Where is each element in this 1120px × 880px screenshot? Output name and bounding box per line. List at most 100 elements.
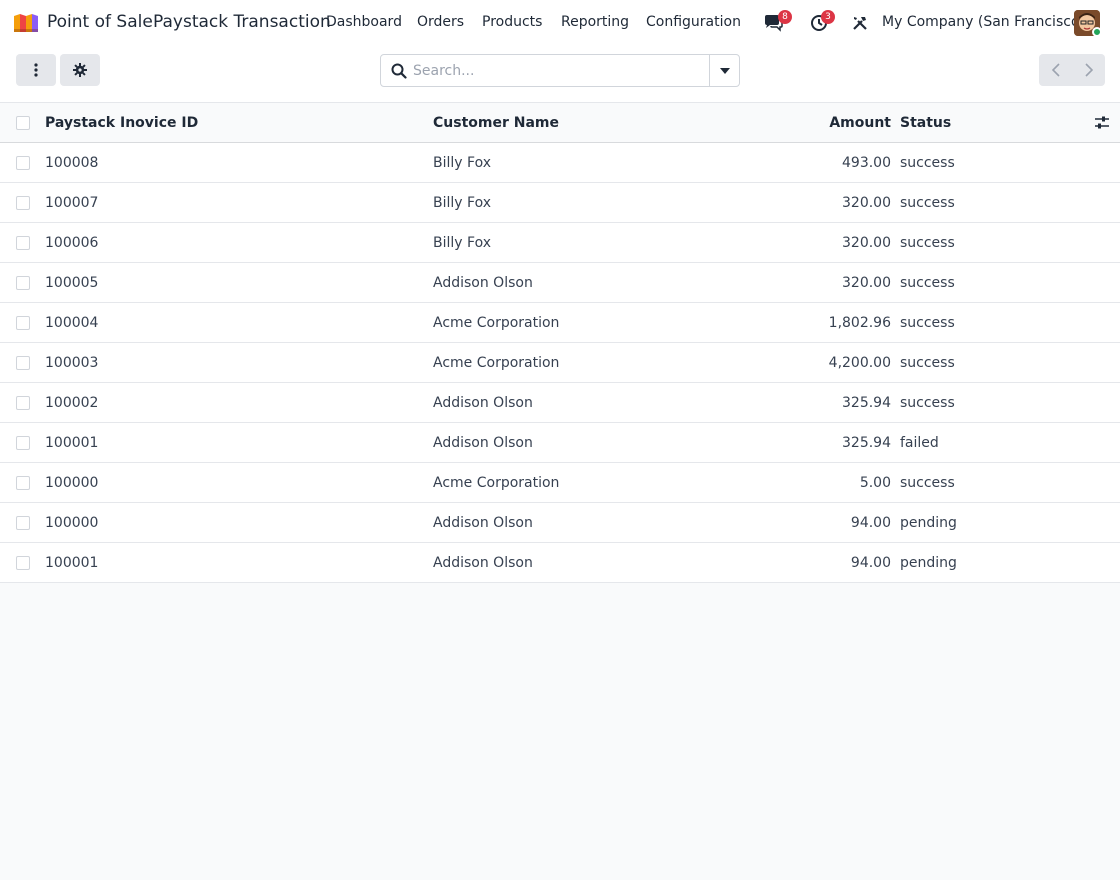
row-checkbox[interactable] [16,276,30,290]
status-cell: pending [900,555,957,571]
status-cell: success [900,235,955,251]
amount-cell: 320.00 [842,235,891,251]
column-header-status[interactable]: Status [900,103,951,143]
menu-dashboard[interactable]: Dashboard [326,14,402,30]
pager-next-button[interactable] [1072,54,1105,86]
invoice-id-cell: 100004 [45,315,99,331]
table-header: Paystack Inovice ID Customer Name Amount… [0,103,1120,143]
column-header-customer[interactable]: Customer Name [433,103,559,143]
menu-products[interactable]: Products [482,14,542,30]
row-checkbox[interactable] [16,436,30,450]
amount-cell: 325.94 [842,395,891,411]
status-cell: success [900,275,955,291]
search-options-toggle[interactable] [709,55,739,86]
app-name[interactable]: Point of Sale [47,12,153,32]
amount-cell: 5.00 [859,475,891,491]
customer-cell: Acme Corporation [433,315,560,331]
row-checkbox[interactable] [16,316,30,330]
row-checkbox[interactable] [16,356,30,370]
table-row[interactable]: 100000 Addison Olson 94.00 pending [0,503,1120,543]
row-checkbox[interactable] [16,556,30,570]
tools-icon[interactable] [852,15,868,31]
row-checkbox[interactable] [16,396,30,410]
customer-cell: Billy Fox [433,235,491,251]
table-row[interactable]: 100007 Billy Fox 320.00 success [0,183,1120,223]
actions-menu-button[interactable] [16,54,56,86]
customer-cell: Addison Olson [433,275,533,291]
search-bar [380,54,740,87]
page-title[interactable]: Paystack Transaction [153,12,331,32]
activities-badge: 3 [821,10,835,24]
status-cell: pending [900,515,957,531]
customer-cell: Acme Corporation [433,355,560,371]
invoice-id-cell: 100000 [45,475,99,491]
invoice-id-cell: 100005 [45,275,99,291]
customer-cell: Billy Fox [433,195,491,211]
menu-reporting[interactable]: Reporting [561,14,629,30]
status-cell: success [900,395,955,411]
pos-app-icon[interactable] [12,12,40,34]
chevron-left-icon [1051,63,1060,77]
settings-button[interactable] [60,54,100,86]
menu-configuration[interactable]: Configuration [646,14,741,30]
customer-cell: Addison Olson [433,395,533,411]
invoice-id-cell: 100003 [45,355,99,371]
presence-indicator [1092,27,1102,37]
status-cell: success [900,195,955,211]
optional-columns-icon[interactable] [1094,115,1110,131]
customer-cell: Acme Corporation [433,475,560,491]
table-row[interactable]: 100001 Addison Olson 94.00 pending [0,543,1120,583]
table-row[interactable]: 100005 Addison Olson 320.00 success [0,263,1120,303]
status-cell: success [900,315,955,331]
table-row[interactable]: 100002 Addison Olson 325.94 success [0,383,1120,423]
row-checkbox[interactable] [16,196,30,210]
table-row[interactable]: 100008 Billy Fox 493.00 success [0,143,1120,183]
invoice-id-cell: 100000 [45,515,99,531]
search-input[interactable] [413,55,703,86]
table-row[interactable]: 100001 Addison Olson 325.94 failed [0,423,1120,463]
table-row[interactable]: 100006 Billy Fox 320.00 success [0,223,1120,263]
row-checkbox[interactable] [16,516,30,530]
row-checkbox[interactable] [16,236,30,250]
row-checkbox[interactable] [16,156,30,170]
pager-previous-button[interactable] [1039,54,1072,86]
table-row[interactable]: 100003 Acme Corporation 4,200.00 success [0,343,1120,383]
search-icon [391,63,407,79]
status-cell: success [900,155,955,171]
amount-cell: 94.00 [850,555,891,571]
status-cell: success [900,355,955,371]
invoice-id-cell: 100001 [45,435,99,451]
invoice-id-cell: 100008 [45,155,99,171]
invoice-id-cell: 100006 [45,235,99,251]
table-row[interactable]: 100004 Acme Corporation 1,802.96 success [0,303,1120,343]
invoice-id-cell: 100002 [45,395,99,411]
amount-cell: 94.00 [850,515,891,531]
row-checkbox[interactable] [16,476,30,490]
gear-icon [73,63,87,77]
column-header-invoice-id[interactable]: Paystack Inovice ID [45,103,198,143]
amount-cell: 493.00 [842,155,891,171]
amount-cell: 325.94 [842,435,891,451]
status-cell: success [900,475,955,491]
amount-cell: 320.00 [842,195,891,211]
transactions-table: Paystack Inovice ID Customer Name Amount… [0,103,1120,583]
customer-cell: Addison Olson [433,515,533,531]
amount-cell: 320.00 [842,275,891,291]
customer-cell: Addison Olson [433,435,533,451]
messages-badge: 8 [778,10,792,24]
amount-cell: 1,802.96 [828,315,891,331]
column-header-amount[interactable]: Amount [829,103,891,143]
chevron-right-icon [1084,63,1093,77]
select-all-checkbox[interactable] [16,116,30,130]
invoice-id-cell: 100007 [45,195,99,211]
invoice-id-cell: 100001 [45,555,99,571]
vertical-dots-icon [34,63,38,77]
top-navbar: Point of Sale Paystack Transaction Dashb… [0,0,1120,46]
status-cell: failed [900,435,939,451]
customer-cell: Addison Olson [433,555,533,571]
control-panel [0,46,1120,103]
customer-cell: Billy Fox [433,155,491,171]
menu-orders[interactable]: Orders [417,14,464,30]
company-switcher[interactable]: My Company (San Francisco) [882,14,1085,30]
table-row[interactable]: 100000 Acme Corporation 5.00 success [0,463,1120,503]
